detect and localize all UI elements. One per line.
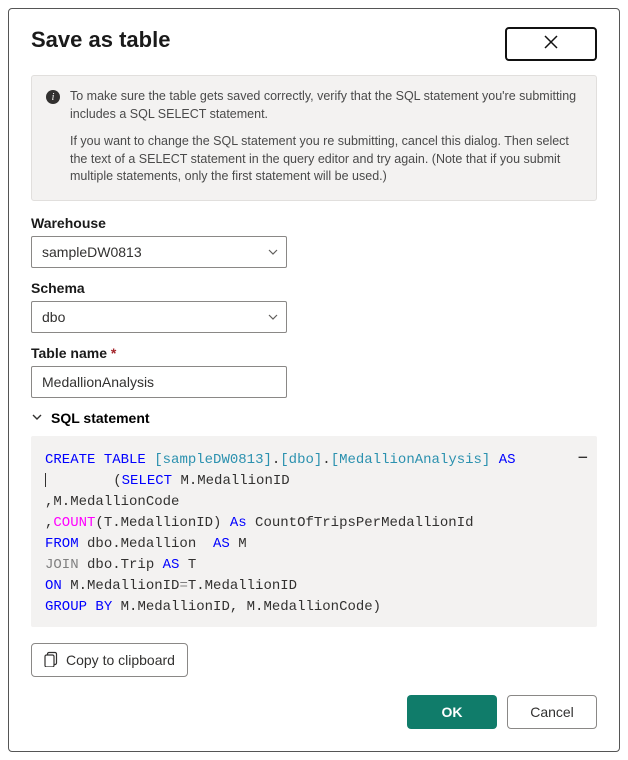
save-as-table-dialog: Save as table i To make sure the table g… (8, 8, 620, 752)
chevron-down-icon (31, 410, 43, 426)
dialog-header: Save as table (31, 27, 597, 61)
warehouse-field-group: Warehouse sampleDW0813 (31, 215, 597, 268)
collapse-marker: — (579, 448, 587, 469)
close-button[interactable] (505, 27, 597, 61)
info-banner: i To make sure the table gets saved corr… (31, 75, 597, 201)
table-name-input[interactable] (31, 366, 287, 398)
sql-section-label: SQL statement (51, 410, 150, 426)
actions-row: Copy to clipboard (31, 643, 597, 677)
schema-value: dbo (42, 309, 65, 325)
info-text: To make sure the table gets saved correc… (70, 88, 582, 186)
table-name-label: Table name * (31, 345, 597, 361)
info-paragraph-2: If you want to change the SQL statement … (70, 133, 582, 186)
info-paragraph-1: To make sure the table gets saved correc… (70, 88, 582, 123)
dialog-title: Save as table (31, 27, 170, 53)
schema-select[interactable]: dbo (31, 301, 287, 333)
schema-label: Schema (31, 280, 597, 296)
warehouse-value: sampleDW0813 (42, 244, 142, 260)
copy-label: Copy to clipboard (66, 652, 175, 668)
copy-to-clipboard-button[interactable]: Copy to clipboard (31, 643, 188, 677)
required-asterisk: * (111, 345, 116, 361)
footer-row: OK Cancel (31, 695, 597, 729)
warehouse-select[interactable]: sampleDW0813 (31, 236, 287, 268)
ok-button[interactable]: OK (407, 695, 497, 729)
sql-code-box[interactable]: —CREATE TABLE [sampleDW0813].[dbo].[Meda… (31, 436, 597, 628)
close-icon (543, 34, 559, 55)
schema-field-group: Schema dbo (31, 280, 597, 333)
table-name-field-group: Table name * (31, 345, 597, 398)
copy-icon (44, 651, 58, 670)
info-icon: i (46, 90, 60, 104)
cancel-button[interactable]: Cancel (507, 695, 597, 729)
sql-statement-toggle[interactable]: SQL statement (31, 410, 597, 426)
warehouse-label: Warehouse (31, 215, 597, 231)
